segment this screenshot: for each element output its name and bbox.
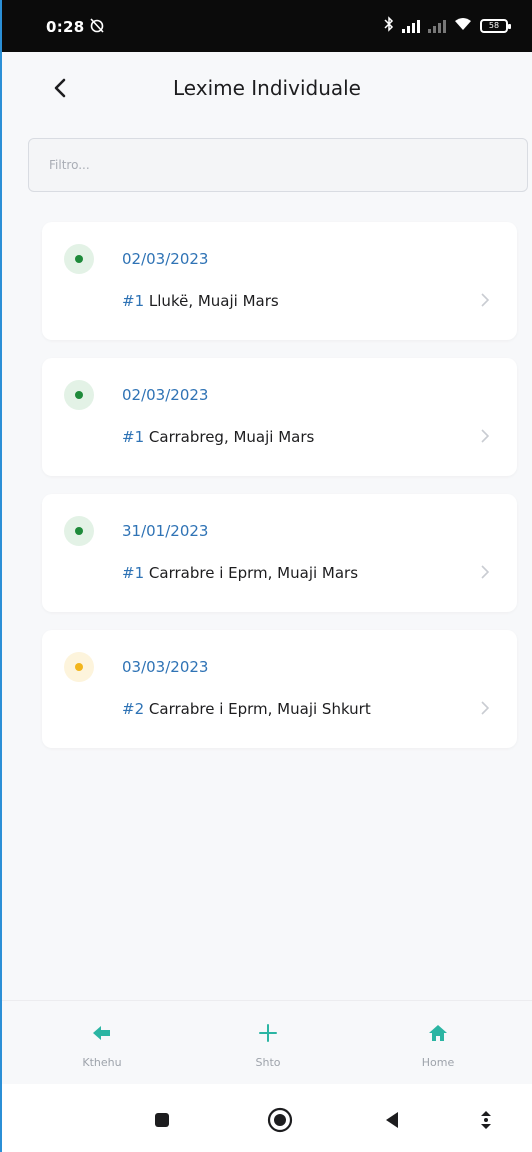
- status-dot: [75, 391, 83, 399]
- item-date: 02/03/2023: [122, 386, 209, 404]
- list-item[interactable]: 02/03/2023 #1 Carrabreg, Muaji Mars: [42, 358, 517, 476]
- list-item[interactable]: 03/03/2023 #2 Carrabre i Eprm, Muaji Shk…: [42, 630, 517, 748]
- nav-back-button[interactable]: Kthehu: [52, 1023, 152, 1070]
- status-indicator: [64, 380, 94, 410]
- item-description: Carrabre i Eprm, Muaji Mars: [148, 564, 359, 582]
- item-title: #1 Carrabre i Eprm, Muaji Mars: [122, 564, 358, 582]
- item-title: #2 Carrabre i Eprm, Muaji Shkurt: [122, 700, 371, 718]
- chevron-right-icon: [481, 428, 490, 447]
- item-date: 03/03/2023: [122, 658, 209, 676]
- signal-icon: [402, 19, 420, 33]
- app-header: Lexime Individuale: [2, 52, 532, 126]
- filter-input[interactable]: [28, 138, 528, 192]
- nav-add-button[interactable]: Shto: [218, 1023, 318, 1070]
- back-triangle-icon[interactable]: [378, 1106, 406, 1134]
- status-dot: [75, 663, 83, 671]
- nav-back-label: Kthehu: [82, 1056, 122, 1069]
- arrow-left-icon: [52, 1023, 152, 1047]
- plus-icon: [218, 1023, 318, 1047]
- item-date: 02/03/2023: [122, 250, 209, 268]
- item-number: #1: [122, 292, 145, 310]
- chevron-right-icon: [481, 292, 490, 311]
- item-number: #1: [122, 564, 145, 582]
- item-description: Carrabreg, Muaji Mars: [148, 428, 315, 446]
- item-date: 31/01/2023: [122, 522, 209, 540]
- item-title: #1 Llukë, Muaji Mars: [122, 292, 279, 310]
- status-bar: 0:28 58: [2, 0, 532, 52]
- more-icon[interactable]: [472, 1106, 500, 1134]
- system-navigation-bar: [2, 1084, 532, 1152]
- bottom-nav: Kthehu Shto Home: [2, 1000, 532, 1085]
- signal-secondary-icon: [428, 19, 446, 33]
- nav-home-label: Home: [421, 1056, 455, 1069]
- item-description: Llukë, Muaji Mars: [148, 292, 279, 310]
- battery-icon: 58: [480, 19, 511, 33]
- list-item[interactable]: 02/03/2023 #1 Llukë, Muaji Mars: [42, 222, 517, 340]
- status-indicator: [64, 516, 94, 546]
- home-icon: [388, 1023, 488, 1047]
- item-number: #2: [122, 700, 145, 718]
- status-dot: [75, 527, 83, 535]
- phone-screen: 0:28 58 Lexime Individuale Filtro... 02/…: [0, 0, 532, 1152]
- item-description: Carrabre i Eprm, Muaji Shkurt: [148, 700, 371, 718]
- wifi-icon: [454, 17, 472, 35]
- chevron-right-icon: [481, 700, 490, 719]
- chevron-right-icon: [481, 564, 490, 583]
- status-dot: [75, 255, 83, 263]
- status-indicator: [64, 652, 94, 682]
- nav-home-button[interactable]: Home: [388, 1023, 488, 1070]
- status-icons: 58: [384, 16, 511, 36]
- bluetooth-icon: [384, 16, 394, 36]
- nav-add-label: Shto: [255, 1056, 281, 1069]
- recents-icon[interactable]: [148, 1106, 176, 1134]
- status-time: 0:28: [46, 18, 85, 36]
- item-number: #1: [122, 428, 145, 446]
- status-indicator: [64, 244, 94, 274]
- list-item[interactable]: 31/01/2023 #1 Carrabre i Eprm, Muaji Mar…: [42, 494, 517, 612]
- alarm-off-icon: [88, 16, 106, 38]
- item-title: #1 Carrabreg, Muaji Mars: [122, 428, 314, 446]
- page-title: Lexime Individuale: [173, 76, 361, 100]
- home-circle-icon[interactable]: [266, 1106, 294, 1134]
